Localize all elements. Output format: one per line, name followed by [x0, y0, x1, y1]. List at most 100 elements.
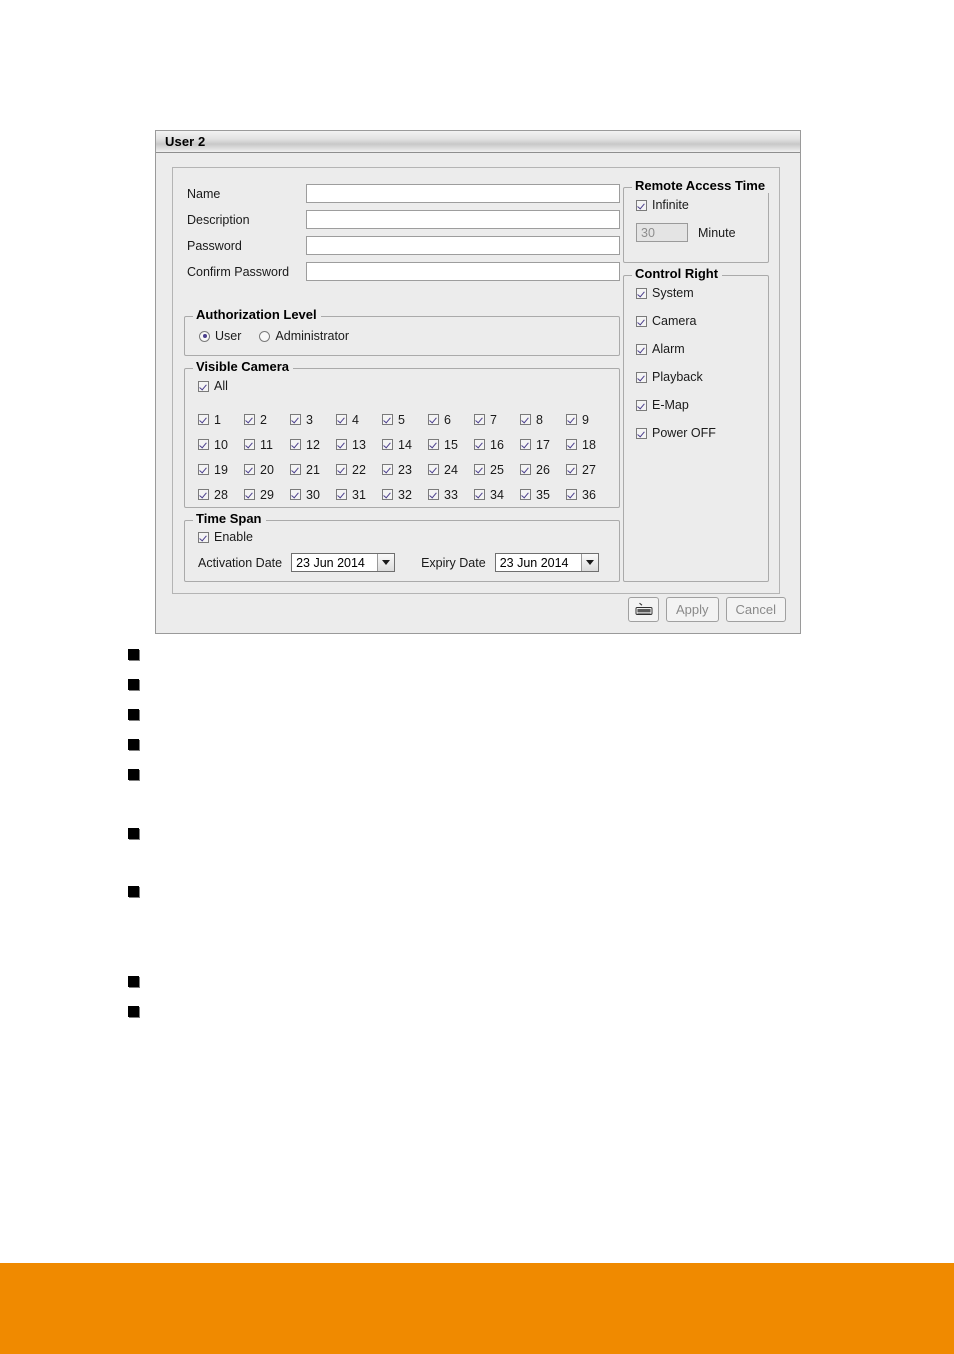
cancel-button[interactable]: Cancel	[725, 597, 786, 622]
checkbox-camera-35-label: 35	[536, 487, 550, 502]
checkbox-camera-15[interactable]: 15	[428, 432, 474, 457]
checkbox-camera-4[interactable]: 4	[336, 407, 382, 432]
checkbox-camera-36-label: 36	[582, 487, 596, 502]
bullet-marker	[128, 769, 139, 780]
name-input[interactable]	[306, 184, 620, 203]
checkbox-camera-11-icon	[244, 439, 255, 450]
checkbox-camera-1[interactable]: 1	[198, 407, 244, 432]
checkbox-camera-all[interactable]: All	[198, 379, 228, 393]
checkbox-camera-19[interactable]: 19	[198, 457, 244, 482]
expiry-date-dropdown[interactable]: 23 Jun 2014	[494, 553, 599, 572]
checkbox-camera-2-icon	[244, 414, 255, 425]
bullet-marker	[128, 1006, 139, 1017]
checkbox-control-camera-label: Camera	[652, 314, 697, 328]
checkbox-infinite[interactable]: Infinite	[636, 198, 689, 212]
checkbox-camera-10-icon	[198, 439, 209, 450]
radio-authorization-user[interactable]: User	[199, 329, 241, 343]
password-field-row: Password	[187, 236, 242, 255]
radio-authorization-administrator[interactable]: Administrator	[259, 329, 349, 343]
checkbox-camera-18-icon	[566, 439, 577, 450]
checkbox-camera-13[interactable]: 13	[336, 432, 382, 457]
description-input[interactable]	[306, 210, 620, 229]
checkbox-camera-31-icon	[336, 489, 347, 500]
virtual-keyboard-button[interactable]	[628, 597, 659, 622]
checkbox-camera-18[interactable]: 18	[566, 432, 612, 457]
checkbox-camera-1-icon	[198, 414, 209, 425]
checkbox-camera-20-label: 20	[260, 462, 274, 477]
checkbox-camera-32[interactable]: 32	[382, 482, 428, 507]
checkbox-camera-5[interactable]: 5	[382, 407, 428, 432]
activation-date-value: 23 Jun 2014	[296, 555, 365, 570]
checkbox-camera-5-icon	[382, 414, 393, 425]
checkbox-enable-icon	[198, 531, 209, 543]
checkbox-camera-27-icon	[566, 464, 577, 475]
radio-administrator-label: Administrator	[275, 329, 350, 343]
checkbox-camera-2[interactable]: 2	[244, 407, 290, 432]
apply-button[interactable]: Apply	[666, 597, 719, 622]
checkbox-camera-35[interactable]: 35	[520, 482, 566, 507]
right-column: Remote Access Time Infinite 30 Minute Co…	[621, 168, 781, 593]
checkbox-camera-29[interactable]: 29	[244, 482, 290, 507]
checkbox-control-playback[interactable]: Playback	[636, 370, 716, 384]
chevron-down-icon[interactable]	[580, 554, 598, 571]
checkbox-camera-19-label: 19	[214, 462, 228, 477]
checkbox-camera-34[interactable]: 34	[474, 482, 520, 507]
checkbox-camera-21[interactable]: 21	[290, 457, 336, 482]
dialog-body: Name Description Password Confirm Passwo…	[156, 153, 800, 633]
checkbox-control-camera-icon	[636, 315, 647, 327]
checkbox-control-system[interactable]: System	[636, 286, 716, 300]
checkbox-camera-25[interactable]: 25	[474, 457, 520, 482]
checkbox-camera-11[interactable]: 11	[244, 432, 290, 457]
checkbox-camera-26[interactable]: 26	[520, 457, 566, 482]
minute-value-input[interactable]: 30	[636, 223, 688, 242]
checkbox-camera-22[interactable]: 22	[336, 457, 382, 482]
checkbox-camera-7[interactable]: 7	[474, 407, 520, 432]
chevron-down-icon[interactable]	[377, 554, 395, 571]
checkbox-camera-28[interactable]: 28	[198, 482, 244, 507]
checkbox-camera-3-icon	[290, 414, 301, 425]
checkbox-camera-8-icon	[520, 414, 531, 425]
time-span-group: Time Span Enable Activation Date 23 Jun …	[184, 512, 620, 582]
checkbox-camera-33[interactable]: 33	[428, 482, 474, 507]
checkbox-control-e-map[interactable]: E-Map	[636, 398, 716, 412]
expiry-date-value: 23 Jun 2014	[499, 555, 569, 570]
checkbox-camera-8[interactable]: 8	[520, 407, 566, 432]
checkbox-control-alarm[interactable]: Alarm	[636, 342, 716, 356]
checkbox-camera-10[interactable]: 10	[198, 432, 244, 457]
password-input[interactable]	[306, 236, 620, 255]
checkbox-camera-32-label: 32	[398, 487, 412, 502]
activation-date-dropdown[interactable]: 23 Jun 2014	[291, 553, 396, 572]
checkbox-time-span-enable[interactable]: Enable	[198, 530, 253, 544]
checkbox-camera-3[interactable]: 3	[290, 407, 336, 432]
checkbox-camera-12[interactable]: 12	[290, 432, 336, 457]
checkbox-camera-24[interactable]: 24	[428, 457, 474, 482]
checkbox-control-playback-label: Playback	[652, 370, 703, 384]
checkbox-camera-14[interactable]: 14	[382, 432, 428, 457]
checkbox-camera-20[interactable]: 20	[244, 457, 290, 482]
checkbox-control-system-icon	[636, 287, 647, 299]
time-span-title: Time Span	[193, 512, 266, 526]
confirm-password-input[interactable]	[306, 262, 620, 281]
checkbox-camera-3-label: 3	[306, 412, 313, 427]
checkbox-control-alarm-label: Alarm	[652, 342, 685, 356]
checkbox-camera-33-icon	[428, 489, 439, 500]
checkbox-camera-22-label: 22	[352, 462, 366, 477]
checkbox-camera-23[interactable]: 23	[382, 457, 428, 482]
checkbox-camera-16[interactable]: 16	[474, 432, 520, 457]
checkbox-camera-9[interactable]: 9	[566, 407, 612, 432]
checkbox-camera-6[interactable]: 6	[428, 407, 474, 432]
checkbox-camera-27[interactable]: 27	[566, 457, 612, 482]
checkbox-control-camera[interactable]: Camera	[636, 314, 716, 328]
name-label: Name	[187, 186, 221, 201]
checkbox-camera-30-label: 30	[306, 487, 320, 502]
checkbox-camera-31[interactable]: 31	[336, 482, 382, 507]
checkbox-camera-17[interactable]: 17	[520, 432, 566, 457]
checkbox-infinite-icon	[636, 199, 647, 211]
checkbox-camera-36[interactable]: 36	[566, 482, 612, 507]
checkbox-camera-30[interactable]: 30	[290, 482, 336, 507]
checkbox-control-power-off[interactable]: Power OFF	[636, 426, 716, 440]
left-column: Name Description Password Confirm Passwo…	[173, 168, 621, 593]
visible-camera-group: Visible Camera All 1 2 3 4 5 6 7 8 9 10 11 12 13 14 15…	[184, 360, 620, 508]
checkbox-camera-26-icon	[520, 464, 531, 475]
checkbox-camera-30-icon	[290, 489, 301, 500]
